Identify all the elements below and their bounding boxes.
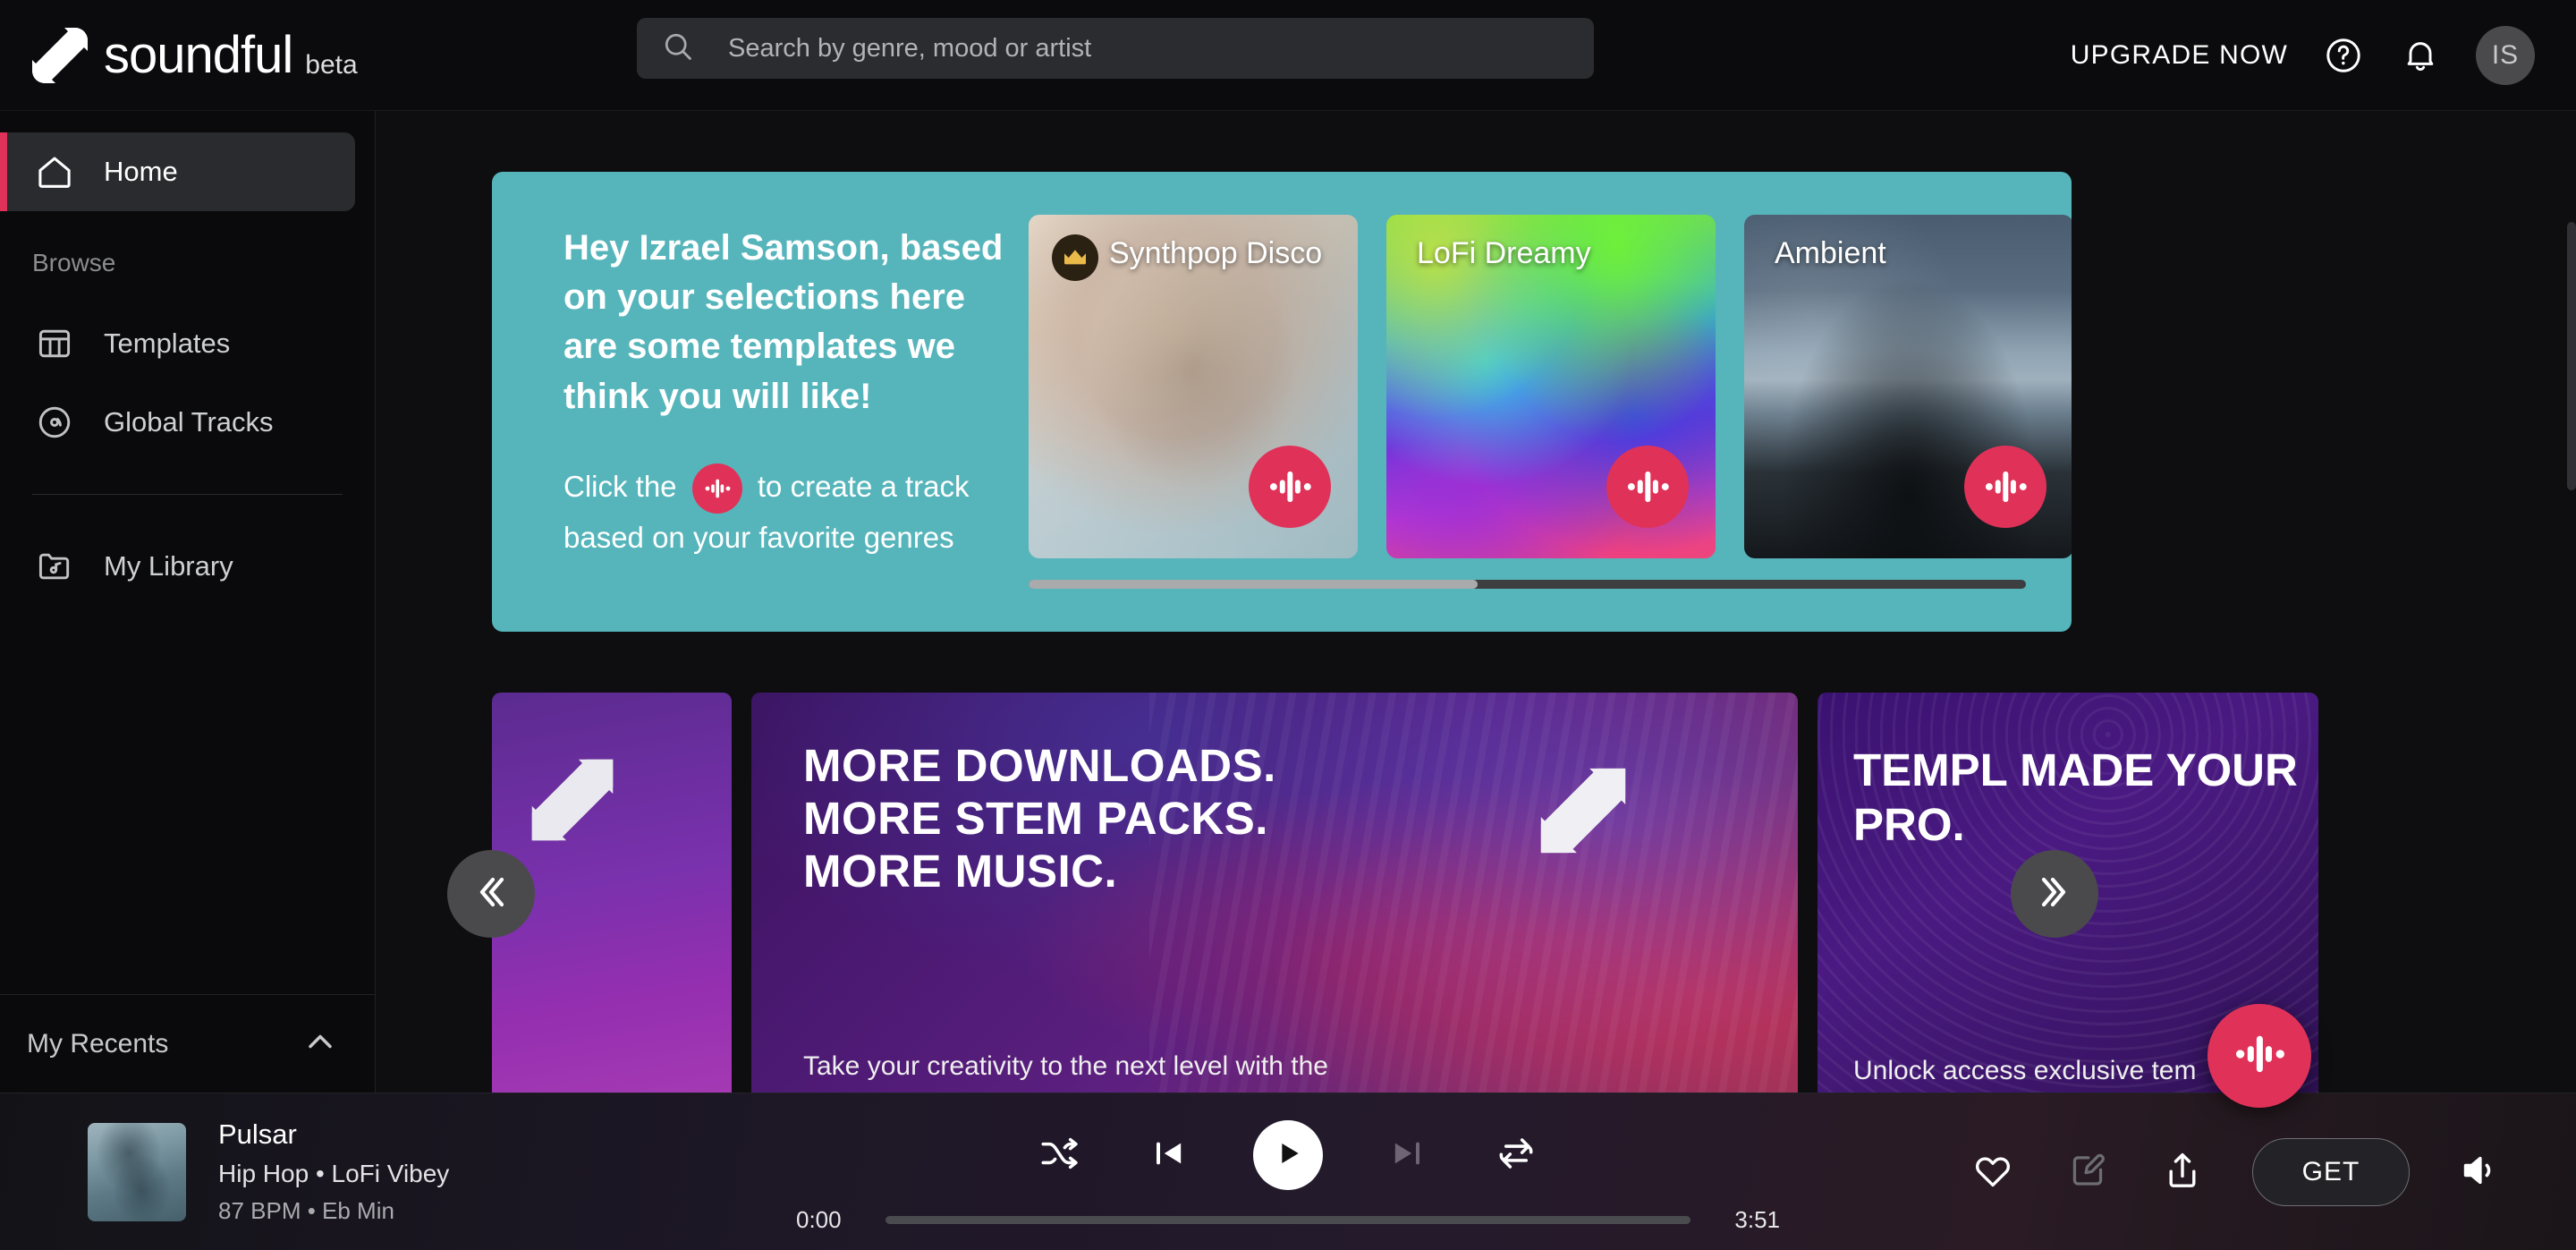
- template-card[interactable]: Synthpop Disco: [1029, 215, 1358, 558]
- get-button[interactable]: GET: [2252, 1138, 2410, 1206]
- recommendation-banner: Hey Izrael Samson, based on your selecti…: [492, 172, 2072, 632]
- sidebar-item-home[interactable]: Home: [0, 132, 355, 211]
- scrollbar-thumb[interactable]: [2567, 222, 2576, 490]
- search-placeholder: Search by genre, mood or artist: [728, 33, 1092, 63]
- main-scrollbar[interactable]: [2567, 222, 2576, 1093]
- edit-pencil-icon: [2067, 1150, 2108, 1195]
- play-icon: [1270, 1135, 1306, 1176]
- player-bar: Pulsar Hip Hop • LoFi Vibey 87 BPM • Eb …: [0, 1093, 2576, 1250]
- share-upload-icon: [2161, 1149, 2204, 1196]
- template-title: Ambient: [1775, 236, 1886, 270]
- waveform-icon[interactable]: [691, 463, 742, 514]
- create-track-fab[interactable]: [2207, 1004, 2311, 1108]
- disc-icon: [32, 400, 77, 445]
- track-meta: Pulsar Hip Hop • LoFi Vibey 87 BPM • Eb …: [218, 1118, 449, 1225]
- repeat-icon: [1494, 1131, 1538, 1180]
- banner-subtext-before: Click the: [564, 469, 677, 503]
- banner-heading: Hey Izrael Samson, based on your selecti…: [564, 228, 1004, 416]
- app-header: soundful beta Search by genre, mood or a…: [0, 0, 2576, 111]
- create-track-button[interactable]: [1249, 446, 1331, 528]
- create-track-button[interactable]: [1964, 446, 2046, 528]
- logo[interactable]: soundful beta: [0, 24, 626, 87]
- chevron-double-left-icon: [470, 871, 513, 918]
- grid-table-icon: [32, 321, 77, 366]
- upgrade-now-button[interactable]: UPGRADE NOW: [2071, 40, 2288, 71]
- track-title: Pulsar: [218, 1118, 297, 1150]
- template-card-list: Synthpop Disco LoFi Dreamy Ambient: [1029, 215, 2072, 558]
- total-time: 3:51: [1734, 1206, 1780, 1233]
- template-card[interactable]: LoFi Dreamy: [1386, 215, 1716, 558]
- search-input[interactable]: Search by genre, mood or artist: [637, 18, 1594, 79]
- carousel-next-button[interactable]: [2011, 850, 2098, 938]
- sidebar-item-label: Global Tracks: [104, 406, 274, 438]
- share-button[interactable]: [2157, 1147, 2207, 1197]
- banner-copy: Hey Izrael Samson, based on your selecti…: [564, 224, 1020, 561]
- template-scrollbar[interactable]: [1029, 580, 2026, 589]
- soundful-logo-mark-icon: [530, 757, 615, 843]
- create-track-button[interactable]: [1606, 446, 1689, 528]
- repeat-button[interactable]: [1491, 1130, 1541, 1180]
- track-genre: Hip Hop • LoFi Vibey: [218, 1160, 450, 1187]
- chevron-double-right-icon: [2033, 871, 2076, 918]
- banner-subtext: Click the to create a track based on you…: [564, 463, 1020, 562]
- soundful-logo-mark-icon: [1538, 766, 1628, 855]
- folder-music-icon: [32, 544, 77, 589]
- home-icon: [32, 149, 77, 194]
- shuffle-icon: [1038, 1131, 1082, 1180]
- sidebar: Home Browse Templates Global Tracks My L…: [0, 111, 376, 1093]
- template-title: Synthpop Disco: [1109, 236, 1323, 270]
- volume-button[interactable]: [2454, 1147, 2504, 1197]
- help-circle-icon[interactable]: [2322, 34, 2365, 77]
- promo-heading: TEMPL MADE YOUR PRO.: [1853, 744, 2298, 851]
- current-time: 0:00: [796, 1206, 842, 1233]
- volume-icon: [2457, 1148, 2502, 1197]
- template-card[interactable]: Ambient: [1744, 215, 2072, 558]
- sidebar-item-my-library[interactable]: My Library: [0, 527, 355, 606]
- soundful-app: soundful beta Search by genre, mood or a…: [0, 0, 2576, 1250]
- waveform-icon: [2230, 1025, 2289, 1088]
- shuffle-button[interactable]: [1035, 1130, 1085, 1180]
- edit-button[interactable]: [2063, 1147, 2113, 1197]
- skip-next-icon: [1385, 1132, 1428, 1179]
- player-controls: [1035, 1120, 1541, 1190]
- now-playing: Pulsar Hip Hop • LoFi Vibey 87 BPM • Eb …: [88, 1118, 449, 1225]
- previous-track-button[interactable]: [1144, 1130, 1194, 1180]
- sidebar-section-browse: Browse: [32, 249, 116, 276]
- logo-beta-label: beta: [305, 49, 358, 80]
- play-button[interactable]: [1253, 1120, 1323, 1190]
- heart-icon: [1971, 1149, 2014, 1196]
- carousel-prev-button[interactable]: [447, 850, 535, 938]
- my-recents-toggle[interactable]: My Recents: [0, 994, 376, 1093]
- logo-text: soundful: [104, 26, 293, 84]
- my-recents-label: My Recents: [27, 1028, 169, 1059]
- sidebar-item-templates[interactable]: Templates: [0, 304, 355, 383]
- sidebar-item-label: Home: [104, 156, 178, 187]
- template-title: LoFi Dreamy: [1417, 236, 1591, 270]
- player-actions: GET: [1968, 1138, 2504, 1206]
- next-track-button[interactable]: [1382, 1130, 1432, 1180]
- promo-subtitle: Take your creativity to the next level w…: [803, 1051, 1328, 1081]
- chevron-up-icon: [301, 1022, 340, 1066]
- search-icon: [662, 30, 694, 67]
- favorite-button[interactable]: [1968, 1147, 2018, 1197]
- promo-heading: MORE DOWNLOADS. MORE STEM PACKS. MORE MU…: [803, 740, 1276, 897]
- sidebar-divider: [32, 494, 343, 495]
- playback-progress: 0:00 3:51: [796, 1206, 1780, 1234]
- crown-icon: [1052, 234, 1098, 281]
- sidebar-item-global-tracks[interactable]: Global Tracks: [0, 383, 355, 462]
- soundful-logo-mark-icon: [29, 24, 91, 87]
- track-artwork: [88, 1122, 186, 1221]
- track-bpm-key: 87 BPM • Eb Min: [218, 1197, 394, 1224]
- sidebar-item-label: My Library: [104, 550, 233, 582]
- skip-previous-icon: [1148, 1132, 1191, 1179]
- header-actions: UPGRADE NOW IS: [2071, 0, 2535, 111]
- avatar[interactable]: IS: [2476, 26, 2535, 85]
- progress-slider[interactable]: [886, 1216, 1690, 1224]
- sidebar-item-label: Templates: [104, 327, 231, 359]
- bell-icon[interactable]: [2399, 34, 2442, 77]
- main-content: Hey Izrael Samson, based on your selecti…: [376, 111, 2576, 1093]
- promo-card-main[interactable]: MORE DOWNLOADS. MORE STEM PACKS. MORE MU…: [751, 693, 1798, 1093]
- scrollbar-thumb[interactable]: [1029, 580, 1478, 589]
